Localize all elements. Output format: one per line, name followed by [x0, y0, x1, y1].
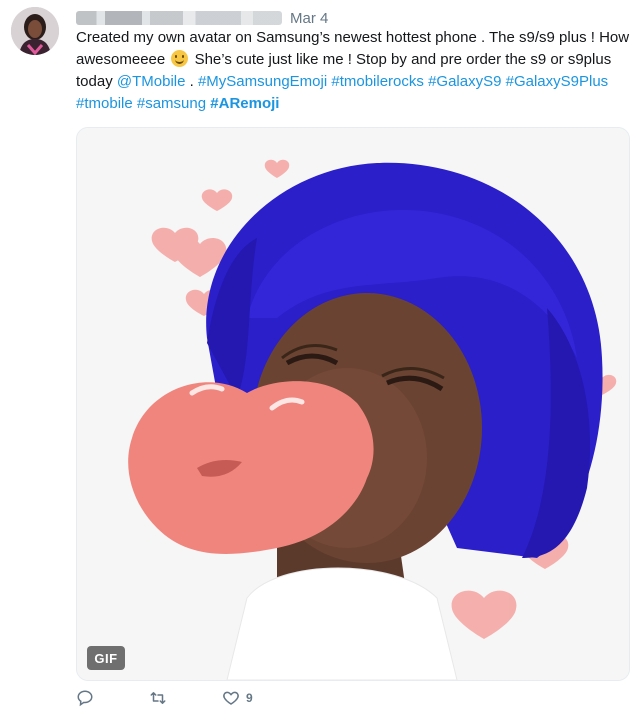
avatar[interactable]	[11, 7, 59, 55]
mention-tmobile[interactable]: @TMobile	[117, 73, 186, 90]
hashtag-tmobilerocks[interactable]: #tmobilerocks	[331, 73, 424, 90]
hashtag-galaxys9plus[interactable]: #GalaxyS9Plus	[506, 73, 609, 90]
like-button[interactable]: 9	[222, 689, 253, 707]
redacted-username[interactable]	[76, 11, 282, 25]
retweet-icon	[150, 692, 166, 704]
tweet[interactable]: Mar 4 Created my own avatar on Samsung’s…	[0, 0, 640, 717]
ar-emoji-gif-frame	[77, 128, 629, 680]
tweet-date[interactable]: Mar 4	[290, 10, 328, 27]
hashtag-galaxys9[interactable]: #GalaxyS9	[428, 73, 501, 90]
hashtag-mysamsungemoji[interactable]: #MySamsungEmoji	[198, 73, 327, 90]
reply-icon	[77, 690, 93, 707]
tweet-header: Mar 4	[76, 7, 328, 29]
tweet-text-part: .	[185, 73, 198, 90]
avatar-image	[11, 7, 59, 55]
like-count: 9	[246, 691, 253, 705]
slightly-smiling-face-icon	[171, 50, 189, 67]
gif-badge: GIF	[87, 646, 125, 670]
hashtag-tmobile[interactable]: #tmobile	[76, 95, 133, 112]
gif-media[interactable]: GIF	[76, 127, 630, 681]
heart-icon	[223, 691, 239, 705]
tweet-text: Created my own avatar on Samsung’s newes…	[76, 27, 636, 115]
tweet-actions: 9	[76, 686, 307, 710]
hashtag-samsung[interactable]: #samsung	[137, 95, 206, 112]
reply-button[interactable]	[76, 689, 94, 707]
retweet-button[interactable]	[148, 689, 168, 707]
hashtag-aremoji[interactable]: #ARemoji	[210, 95, 279, 112]
